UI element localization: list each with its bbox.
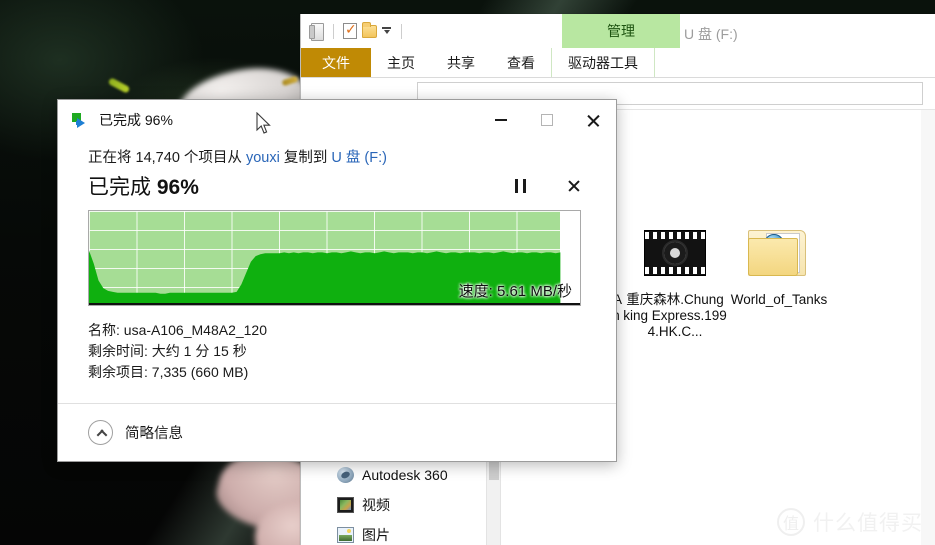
sidebar-item-videos[interactable]: 视频 <box>301 490 500 520</box>
close-icon <box>586 113 601 128</box>
copy-source-link[interactable]: youxi <box>246 150 280 166</box>
watermark: 值 什么值得买 <box>777 507 923 537</box>
pause-icon <box>514 179 526 193</box>
dialog-body: 正在将 14,740 个项目从 youxi 复制到 U 盘 (F:) 已完成 9… <box>58 140 616 403</box>
contextual-tab-header-manage[interactable]: 管理 <box>562 14 680 48</box>
wallpaper-green-stem <box>107 77 131 94</box>
content-scrollbar[interactable] <box>921 110 935 545</box>
detail-row-time-remaining: 剩余时间: 大约 1 分 15 秒 <box>88 341 592 362</box>
detail-value: 7,335 (660 MB) <box>151 364 249 380</box>
file-name-label: World_of_Tanks <box>730 292 828 307</box>
sidebar-item-autodesk-360[interactable]: Autodesk 360 <box>301 460 500 490</box>
copy-middle-text: 复制到 <box>279 150 332 166</box>
new-folder-icon[interactable] <box>362 21 377 38</box>
detail-value: usa-A106_M48A2_120 <box>123 322 268 338</box>
copy-prefix-text: 正在将 14,740 个项目从 <box>88 150 246 166</box>
chevron-down-icon[interactable] <box>382 26 392 36</box>
tab-home[interactable]: 主页 <box>371 48 431 77</box>
pause-button[interactable] <box>508 174 532 198</box>
detail-row-items-remaining: 剩余项目: 7,335 (660 MB) <box>88 362 592 383</box>
cancel-button[interactable] <box>562 174 586 198</box>
file-item-chungking-express[interactable]: 重庆森林.Chungking Express.1994.HK.C... <box>623 220 727 340</box>
sidebar-item-pictures[interactable]: 图片 <box>301 520 500 545</box>
progress-percent: 96% <box>156 176 199 199</box>
film-strip-icon <box>642 220 708 286</box>
detail-value: 大约 1 分 15 秒 <box>151 343 247 359</box>
copy-progress-dialog[interactable]: 已完成 96% 正在将 14,740 个项目从 youxi 复制到 U 盘 (F… <box>57 99 617 462</box>
transfer-details: 名称: usa-A106_M48A2_120 剩余时间: 大约 1 分 15 秒… <box>88 320 592 383</box>
file-name-label: 重庆森林.Chungking Express.1994.HK.C... <box>623 292 727 339</box>
autodesk-icon <box>337 467 354 483</box>
quick-access-toolbar[interactable] <box>301 21 406 41</box>
tab-view[interactable]: 查看 <box>491 48 551 77</box>
copy-destination-link[interactable]: U 盘 (F:) <box>331 150 387 166</box>
progress-headline: 已完成 96% <box>88 171 199 201</box>
properties-icon[interactable] <box>343 21 357 39</box>
dialog-action-buttons <box>508 174 592 198</box>
explorer-window-title: U 盘 (F:) <box>684 26 738 42</box>
file-item-world-of-tanks[interactable]: World_of_Tanks <box>727 220 831 340</box>
cancel-icon <box>567 179 581 193</box>
detail-label: 剩余时间: <box>88 343 148 359</box>
watermark-badge: 值 <box>777 508 805 536</box>
video-folder-icon <box>337 497 354 513</box>
copy-icon <box>72 113 90 128</box>
toolbar-divider-two <box>401 23 402 39</box>
picture-folder-icon <box>337 527 354 543</box>
tab-file[interactable]: 文件 <box>301 48 371 77</box>
folder-globe-icon <box>746 220 812 286</box>
collapse-details-label[interactable]: 简略信息 <box>125 422 183 443</box>
watermark-text: 什么值得买 <box>813 512 923 535</box>
tab-share[interactable]: 共享 <box>431 48 491 77</box>
detail-row-name: 名称: usa-A106_M48A2_120 <box>88 320 592 341</box>
sidebar-item-label: 视频 <box>362 497 390 513</box>
progress-headline-prefix: 已完成 <box>88 176 157 199</box>
tab-drive-tools[interactable]: 驱动器工具 <box>551 48 655 77</box>
speed-label: 速度: 5.61 MB/秒 <box>458 283 572 300</box>
copy-source-line: 正在将 14,740 个项目从 youxi 复制到 U 盘 (F:) <box>88 146 592 167</box>
explorer-titlebar[interactable]: 管理 U 盘 (F:) <box>301 14 935 48</box>
dialog-footer[interactable]: 简略信息 <box>58 403 616 461</box>
transfer-speed-graph: 速度: 5.61 MB/秒 <box>88 210 581 306</box>
explorer-ribbon-tabs[interactable]: 文件 主页 共享 查看 驱动器工具 <box>301 48 935 78</box>
sidebar-item-label: Autodesk 360 <box>362 467 448 483</box>
chevron-up-icon[interactable] <box>88 420 113 445</box>
minimize-button[interactable] <box>478 100 524 140</box>
explorer-icon[interactable] <box>309 22 324 41</box>
maximize-button[interactable] <box>524 100 570 140</box>
sidebar-item-label: 图片 <box>362 527 390 543</box>
close-button[interactable] <box>570 100 616 140</box>
detail-label: 名称: <box>88 322 120 338</box>
maximize-icon <box>541 114 553 126</box>
minimize-icon <box>495 119 507 121</box>
detail-label: 剩余项目: <box>88 364 148 380</box>
dialog-title: 已完成 96% <box>99 112 173 128</box>
progress-headline-row: 已完成 96% <box>88 171 592 201</box>
graph-baseline <box>89 303 580 305</box>
toolbar-divider <box>333 23 334 39</box>
dialog-titlebar[interactable]: 已完成 96% <box>58 100 616 140</box>
